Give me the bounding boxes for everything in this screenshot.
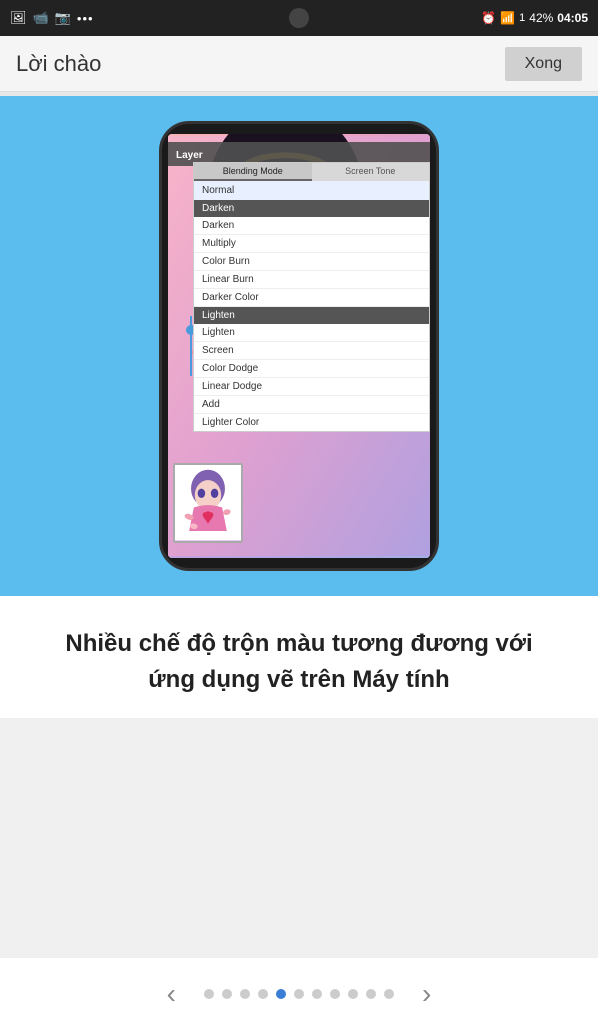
image-section: Layer Blending Mode Screen Tone Normal D…	[0, 96, 598, 596]
blend-item-multiply[interactable]: Multiply	[194, 235, 429, 253]
dot-7[interactable]	[312, 989, 322, 999]
wifi-icon: 📶	[500, 11, 515, 25]
tab-blending-mode[interactable]: Blending Mode	[194, 163, 312, 181]
tab-screen-tone[interactable]: Screen Tone	[312, 163, 430, 181]
next-arrow[interactable]: ›	[402, 978, 451, 1010]
blend-item-lighten[interactable]: Lighten	[194, 324, 429, 342]
prev-arrow[interactable]: ‹	[147, 978, 196, 1010]
blend-mode-panel: Blending Mode Screen Tone Normal Darken …	[193, 162, 430, 432]
main-description: Nhiều chế độ trộn màu tương đương với ứn…	[40, 626, 558, 698]
blend-header-lighten: Lighten	[194, 307, 429, 324]
dot-4[interactable]	[258, 989, 268, 999]
blend-item-darken[interactable]: Darken	[194, 217, 429, 235]
battery-icon: 42%	[529, 11, 553, 25]
navigation-section: ‹ ›	[0, 958, 598, 1020]
dot-8[interactable]	[330, 989, 340, 999]
blend-item-screen[interactable]: Screen	[194, 342, 429, 360]
blend-item-add[interactable]: Add	[194, 396, 429, 414]
blend-header-darken: Darken	[194, 200, 429, 217]
status-bar: 🖼 📹 📷 ••• ⏰ 📶 1 42% 04:05	[0, 0, 598, 36]
blend-list: Normal Darken Darken Multiply Color Burn…	[194, 181, 429, 431]
time-display: 04:05	[557, 11, 588, 25]
blend-item-color-dodge[interactable]: Color Dodge	[194, 360, 429, 378]
text-section: Nhiều chế độ trộn màu tương đương với ứn…	[0, 596, 598, 718]
title-bar: Lời chào Xong	[0, 36, 598, 92]
status-center	[289, 8, 309, 28]
layer-label: Layer	[176, 150, 203, 161]
camera-icon: 📷	[55, 10, 71, 26]
video-icon: 📹	[33, 10, 49, 26]
dot-5-active[interactable]	[276, 989, 286, 999]
dot-10[interactable]	[366, 989, 376, 999]
blend-item-linear-burn[interactable]: Linear Burn	[194, 271, 429, 289]
more-icon: •••	[77, 11, 94, 26]
dot-3[interactable]	[240, 989, 250, 999]
status-left-icons: 🖼 📹 📷 •••	[10, 10, 94, 26]
blend-item-lighter-color[interactable]: Lighter Color	[194, 414, 429, 431]
page-title: Lời chào	[16, 51, 101, 77]
thumbnail-svg	[175, 465, 241, 540]
blend-item-normal[interactable]: Normal	[194, 181, 429, 200]
phone-screen: Layer Blending Mode Screen Tone Normal D…	[168, 134, 430, 558]
close-button[interactable]: Xong	[505, 47, 582, 81]
blend-item-color-burn[interactable]: Color Burn	[194, 253, 429, 271]
blend-item-linear-dodge[interactable]: Linear Dodge	[194, 378, 429, 396]
nav-dots	[204, 989, 394, 999]
dot-9[interactable]	[348, 989, 358, 999]
alarm-icon: ⏰	[481, 11, 496, 25]
phone-mockup: Layer Blending Mode Screen Tone Normal D…	[119, 116, 479, 576]
image-icon: 🖼	[10, 10, 27, 26]
dot-11[interactable]	[384, 989, 394, 999]
dot-2[interactable]	[222, 989, 232, 999]
blend-item-darker-color[interactable]: Darker Color	[194, 289, 429, 307]
signal-icon: 1	[519, 12, 525, 24]
thumbnail-image	[173, 463, 243, 543]
dot-6[interactable]	[294, 989, 304, 999]
phone-body: Layer Blending Mode Screen Tone Normal D…	[159, 121, 439, 571]
blend-tabs: Blending Mode Screen Tone	[194, 163, 429, 181]
status-right-icons: ⏰ 📶 1 42% 04:05	[481, 11, 588, 25]
dot-1[interactable]	[204, 989, 214, 999]
